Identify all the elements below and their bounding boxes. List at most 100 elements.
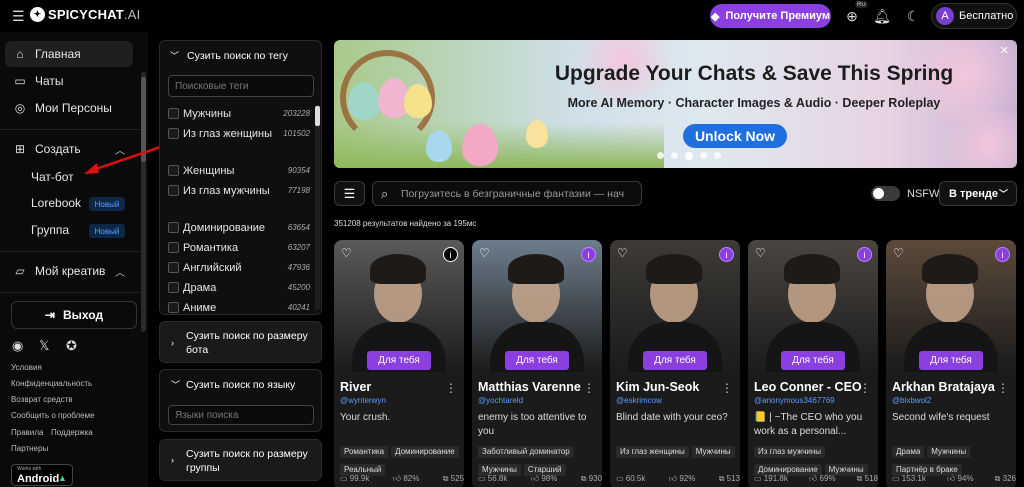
more-options-icon[interactable]: ⋮ — [445, 381, 457, 395]
group-size-filter-accordion[interactable]: › Сузить поиск по размеру группы — [159, 439, 322, 481]
tag-option[interactable]: Мужчины 203228 — [168, 106, 310, 122]
character-card[interactable]: ♡ i Для тебя Leo Conner - CEO ⋮ @anonymo… — [748, 240, 878, 487]
checkbox[interactable] — [168, 222, 179, 233]
character-name[interactable]: Kim Jun-Seok — [616, 380, 724, 394]
more-options-icon[interactable]: ⋮ — [721, 381, 733, 395]
character-card[interactable]: ♡ i Для тебя River ⋮ @wynterwyn Your cru… — [334, 240, 464, 487]
heart-icon[interactable]: ♡ — [479, 246, 490, 260]
checkbox[interactable] — [168, 165, 179, 176]
checkbox[interactable] — [168, 262, 179, 273]
card-tag[interactable]: Из глаз женщины — [616, 446, 689, 458]
creator-handle[interactable]: @wynterwyn — [340, 396, 386, 405]
card-tag[interactable]: Доминирование — [391, 446, 459, 458]
tag-option[interactable]: Из глаз женщины 101502 — [168, 126, 310, 142]
sort-select[interactable]: В тренде ﹀ — [939, 181, 1017, 206]
footer-link-terms[interactable]: Условия — [11, 363, 42, 372]
user-menu-button[interactable]: A Бесплатно — [931, 3, 1017, 29]
card-tag[interactable]: Заботливый доминатор — [478, 446, 574, 458]
tag-option[interactable]: Аниме 40241 — [168, 300, 310, 316]
unlock-now-button[interactable]: Unlock Now — [683, 124, 787, 148]
footer-link-support[interactable]: Поддержка — [51, 428, 93, 437]
filter-toggle-button[interactable]: ☰ — [334, 181, 365, 206]
sidebar-item-create[interactable]: ⊞ Создать ︿ — [5, 136, 133, 162]
carousel-dot[interactable] — [671, 152, 678, 159]
logout-button[interactable]: ⇥ Выход — [11, 301, 137, 329]
more-options-icon[interactable]: ⋮ — [583, 381, 595, 395]
creator-handle[interactable]: @bixbwol2 — [892, 396, 931, 405]
reddit-icon[interactable]: ✪ — [66, 338, 77, 354]
character-name[interactable]: Matthias Varenne — [478, 380, 586, 394]
tag-list-scrollbar[interactable] — [315, 105, 320, 310]
checkbox[interactable] — [168, 302, 179, 313]
heart-icon[interactable]: ♡ — [755, 246, 766, 260]
x-twitter-icon[interactable]: 𝕏 — [39, 338, 49, 354]
sidebar-item-my-creations[interactable]: ▱ Мой креатив ︿ — [5, 258, 133, 284]
sidebar-item-home[interactable]: ⌂ Главная — [5, 41, 133, 67]
checkbox[interactable] — [168, 242, 179, 253]
info-icon[interactable]: i — [719, 247, 734, 262]
heart-icon[interactable]: ♡ — [617, 246, 628, 260]
carousel-dot-active[interactable] — [685, 152, 693, 160]
bell-icon[interactable]: 🔔︎ — [872, 6, 892, 26]
footer-link-refunds[interactable]: Возврат средств — [11, 395, 73, 404]
tag-option[interactable]: Доминирование 63654 — [168, 220, 310, 236]
sidebar-sub-chatbot[interactable]: Чат-бот — [31, 166, 74, 188]
heart-icon[interactable]: ♡ — [893, 246, 904, 260]
creator-handle[interactable]: @yochtareld — [478, 396, 523, 405]
hamburger-menu-icon[interactable]: ☰ — [12, 9, 25, 23]
checkbox[interactable] — [168, 282, 179, 293]
logo[interactable]: ✦ SPICYCHAT .AI — [30, 7, 140, 22]
card-tag[interactable]: Мужчины — [927, 446, 971, 458]
android-app-badge[interactable]: Works with Android ▲ — [11, 464, 73, 486]
carousel-dot[interactable] — [714, 152, 721, 159]
character-name[interactable]: River — [340, 380, 448, 394]
info-icon[interactable]: i — [857, 247, 872, 262]
info-icon[interactable]: i — [443, 247, 458, 262]
card-tag[interactable]: Мужчины — [691, 446, 735, 458]
sidebar-scrollbar[interactable] — [141, 72, 146, 332]
moon-icon[interactable]: ☾ — [903, 6, 923, 26]
character-name[interactable]: Arkhan Bratajaya — [892, 380, 1000, 394]
promo-banner[interactable]: Upgrade Your Chats & Save This Spring Mo… — [334, 40, 1017, 168]
tag-option[interactable]: Английский 47936 — [168, 260, 310, 276]
info-icon[interactable]: i — [581, 247, 596, 262]
footer-link-privacy[interactable]: Конфиденциальность — [11, 379, 92, 388]
sidebar-item-personas[interactable]: ◎ Мои Персоны — [5, 95, 133, 121]
character-card[interactable]: ♡ i Для тебя Arkhan Bratajaya ⋮ @bixbwol… — [886, 240, 1016, 487]
card-tag[interactable]: Из глаз мужчины — [754, 446, 826, 458]
tag-search-input[interactable] — [168, 75, 314, 97]
scrollbar-thumb[interactable] — [141, 77, 146, 162]
globe-icon[interactable]: ⊕ — [842, 6, 862, 26]
creator-handle[interactable]: @anonymous3467769 — [754, 396, 835, 405]
language-search-input[interactable] — [168, 405, 314, 425]
bot-size-filter-accordion[interactable]: › Сузить поиск по размеру бота — [159, 321, 322, 363]
checkbox[interactable] — [168, 108, 179, 119]
carousel-dot[interactable] — [657, 152, 664, 159]
scrollbar-thumb[interactable] — [315, 106, 320, 126]
carousel-dot[interactable] — [700, 152, 707, 159]
card-tag[interactable]: Драма — [892, 446, 925, 458]
chevron-down-icon[interactable]: ﹀ — [171, 378, 180, 391]
checkbox[interactable] — [168, 128, 179, 139]
character-card[interactable]: ♡ i Для тебя Matthias Varenne ⋮ @yochtar… — [472, 240, 602, 487]
tag-option[interactable]: Из глаз мужчины 77198 — [168, 183, 310, 199]
heart-icon[interactable]: ♡ — [341, 246, 352, 260]
nsfw-toggle[interactable] — [871, 186, 900, 201]
more-options-icon[interactable]: ⋮ — [859, 381, 871, 395]
card-tag[interactable]: Романтика — [340, 446, 389, 458]
discord-icon[interactable]: ◉ — [12, 338, 23, 354]
tag-filter-header[interactable]: ﹀ Сузить поиск по тегу — [170, 49, 288, 62]
info-icon[interactable]: i — [995, 247, 1010, 262]
close-icon[interactable]: ✕ — [1000, 44, 1009, 57]
checkbox[interactable] — [168, 185, 179, 196]
more-options-icon[interactable]: ⋮ — [997, 381, 1009, 395]
character-name[interactable]: Leo Conner - CEO — [754, 380, 862, 394]
character-card[interactable]: ♡ i Для тебя Kim Jun-Seok ⋮ @eskrimcow B… — [610, 240, 740, 487]
footer-link-report[interactable]: Сообщить о проблеме — [11, 411, 95, 420]
search-input[interactable] — [401, 185, 637, 203]
tag-option[interactable]: Женщины 90354 — [168, 163, 310, 179]
tag-option[interactable]: Драма 45200 — [168, 280, 310, 296]
sidebar-item-chats[interactable]: ▭ Чаты — [5, 68, 133, 94]
language-filter-title[interactable]: Сузить поиск по языку — [186, 378, 316, 392]
footer-link-rules[interactable]: Правила — [11, 428, 43, 437]
